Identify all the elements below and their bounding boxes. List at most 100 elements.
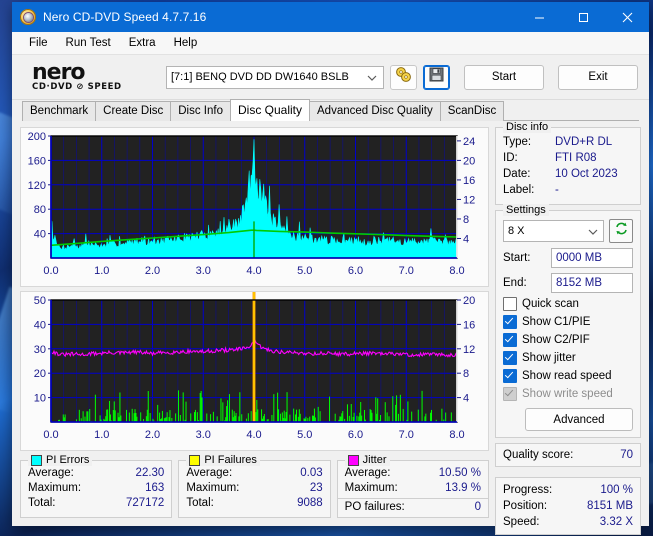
svg-text:20: 20 bbox=[463, 295, 475, 307]
svg-text:40: 40 bbox=[34, 319, 46, 331]
checkbox-box bbox=[503, 297, 517, 311]
jitter-average-value: 10.50 % bbox=[438, 467, 481, 479]
progress-row: Progress: 100 % bbox=[503, 482, 633, 498]
tab-advanced-disc-quality[interactable]: Advanced Disc Quality bbox=[309, 101, 441, 121]
pi-failures-maximum-label: Maximum: bbox=[186, 482, 240, 494]
svg-text:0.0: 0.0 bbox=[43, 429, 58, 441]
end-input[interactable]: 8152 MB bbox=[551, 273, 633, 293]
tab-disc-info[interactable]: Disc Info bbox=[170, 101, 231, 121]
disc-date-label: Date: bbox=[503, 168, 531, 180]
svg-text:30: 30 bbox=[34, 344, 46, 356]
quality-score-box: Quality score: 70 bbox=[495, 443, 641, 467]
pi-errors-chart: 40 80 120 160 200 4 8 12 16 20 24 0.0 1.0 2.0 3.0 4.0 5.… bbox=[20, 127, 489, 287]
pi-errors-average-value: 22.30 bbox=[135, 467, 165, 479]
checkbox-box bbox=[503, 315, 517, 329]
side-panel: Disc info Type: DVD+R DL ID: FTI R08 Date:… bbox=[495, 121, 641, 535]
svg-text:80: 80 bbox=[34, 204, 46, 216]
window-title: Nero CD-DVD Speed 4.7.7.16 bbox=[43, 10, 207, 24]
svg-text:7.0: 7.0 bbox=[399, 429, 414, 441]
advanced-button[interactable]: Advanced bbox=[525, 408, 633, 431]
pi-errors-chart-canvas: 40 80 120 160 200 4 8 12 16 20 24 0.0 1.0 2.0 3.0 4.0 5.… bbox=[21, 128, 487, 286]
minimize-button[interactable] bbox=[517, 2, 561, 32]
pi-errors-average-label: Average: bbox=[28, 467, 74, 479]
disc-info-id: ID: FTI R08 bbox=[503, 150, 633, 166]
start-input[interactable]: 0000 MB bbox=[551, 248, 633, 268]
checkbox-show-c2-pif[interactable]: Show C2/PIF bbox=[503, 333, 633, 347]
logo-line-2: CD·DVD ⊘ SPEED bbox=[32, 81, 122, 92]
po-failures-value: 0 bbox=[474, 501, 481, 513]
svg-text:2.0: 2.0 bbox=[145, 265, 160, 277]
disc-id-label: ID: bbox=[503, 152, 518, 164]
svg-text:3.0: 3.0 bbox=[196, 429, 211, 441]
speed-select[interactable]: 8 X bbox=[503, 220, 604, 242]
svg-text:5.0: 5.0 bbox=[297, 429, 312, 441]
menu-item-run-test[interactable]: Run Test bbox=[57, 35, 120, 51]
jitter-pif-chart: 10 20 30 40 50 4 8 12 16 20 0.0 1.0 2.0 3.0 4.0 5.0 6.0 7… bbox=[20, 291, 489, 451]
menu-item-extra[interactable]: Extra bbox=[120, 35, 165, 51]
toolbar: nero CD·DVD ⊘ SPEED [7:1] BENQ DVD DD DW… bbox=[12, 55, 649, 100]
menu-item-file[interactable]: File bbox=[20, 35, 57, 51]
pi-failures-total-value: 9088 bbox=[297, 497, 323, 509]
settings-group: Settings 8 X Start: 0000 MB End: 8152 MB… bbox=[495, 204, 641, 438]
checkbox-label: Show write speed bbox=[522, 388, 613, 400]
pi-failures-stats-title: PI Failures bbox=[186, 454, 260, 466]
svg-text:12: 12 bbox=[463, 194, 475, 206]
maximize-button[interactable] bbox=[561, 2, 605, 32]
stat-row: Average: 0.03 bbox=[186, 466, 322, 481]
tab-disc-quality[interactable]: Disc Quality bbox=[230, 99, 311, 121]
checkbox-box bbox=[503, 333, 517, 347]
jitter-maximum-label: Maximum: bbox=[344, 482, 398, 494]
svg-text:12: 12 bbox=[463, 344, 475, 356]
exit-button[interactable]: Exit bbox=[558, 64, 638, 90]
drive-select[interactable]: [7:1] BENQ DVD DD DW1640 BSLB bbox=[166, 65, 384, 89]
charts-column: 40 80 120 160 200 4 8 12 16 20 24 0.0 1.0 2.0 3.0 4.0 5.… bbox=[20, 127, 489, 520]
svg-text:4: 4 bbox=[463, 233, 469, 245]
svg-text:7.0: 7.0 bbox=[399, 265, 414, 277]
svg-text:8.0: 8.0 bbox=[449, 265, 464, 277]
position-label: Position: bbox=[503, 500, 548, 512]
svg-text:10: 10 bbox=[34, 393, 46, 405]
refresh-button[interactable] bbox=[609, 219, 633, 243]
floppy-save-icon bbox=[429, 67, 444, 87]
nero-logo: nero CD·DVD ⊘ SPEED bbox=[32, 61, 152, 92]
svg-text:200: 200 bbox=[28, 131, 46, 143]
checkbox-quick-scan[interactable]: Quick scan bbox=[503, 297, 633, 311]
svg-text:160: 160 bbox=[28, 155, 46, 167]
disc-label-label: Label: bbox=[503, 184, 535, 196]
checkbox-show-c1-pie[interactable]: Show C1/PIE bbox=[503, 315, 633, 329]
svg-text:4: 4 bbox=[463, 393, 469, 405]
tab-scandisc[interactable]: ScanDisc bbox=[439, 101, 505, 121]
svg-text:8.0: 8.0 bbox=[449, 429, 464, 441]
pi-failures-total-label: Total: bbox=[186, 497, 214, 509]
tab-create-disc[interactable]: Create Disc bbox=[95, 101, 172, 121]
settings-title: Settings bbox=[503, 204, 549, 216]
svg-text:3.0: 3.0 bbox=[196, 265, 211, 277]
svg-text:0.0: 0.0 bbox=[43, 265, 58, 277]
checkbox-show-jitter[interactable]: Show jitter bbox=[503, 351, 633, 365]
progress-label: Progress: bbox=[503, 484, 553, 496]
disc-type-label: Type: bbox=[503, 136, 532, 148]
checkbox-show-read-speed[interactable]: Show read speed bbox=[503, 369, 633, 383]
svg-text:8: 8 bbox=[463, 214, 469, 226]
menu-item-help[interactable]: Help bbox=[165, 35, 207, 51]
jitter-maximum-value: 13.9 % bbox=[445, 482, 481, 494]
start-button[interactable]: Start bbox=[464, 64, 544, 90]
tab-benchmark[interactable]: Benchmark bbox=[22, 101, 97, 121]
save-button[interactable] bbox=[423, 64, 450, 90]
position-row: Position: 8151 MB bbox=[503, 498, 633, 514]
disc-info-date: Date: 10 Oct 2023 bbox=[503, 166, 633, 182]
svg-text:50: 50 bbox=[34, 295, 46, 307]
nero-app-icon bbox=[20, 9, 36, 25]
svg-text:40: 40 bbox=[34, 229, 46, 241]
checkbox-label: Show C2/PIF bbox=[522, 334, 590, 346]
dual-disc-button[interactable] bbox=[390, 64, 417, 90]
chevron-down-icon bbox=[588, 227, 598, 239]
quality-score-value: 70 bbox=[620, 449, 633, 461]
svg-text:8: 8 bbox=[463, 368, 469, 380]
refresh-icon bbox=[614, 221, 629, 241]
svg-text:6.0: 6.0 bbox=[348, 265, 363, 277]
svg-text:4.0: 4.0 bbox=[246, 265, 261, 277]
pi-errors-stats-label: PI Errors bbox=[46, 454, 90, 466]
stat-row: Total: 727172 bbox=[28, 496, 164, 511]
close-button[interactable] bbox=[605, 2, 649, 32]
